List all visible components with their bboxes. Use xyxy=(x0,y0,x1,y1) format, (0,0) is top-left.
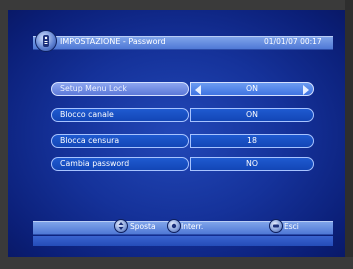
tv-frame-left xyxy=(0,0,8,269)
page-title: IMPOSTAZIONE - Password xyxy=(60,37,166,46)
footer-move-label: Sposta xyxy=(130,222,156,231)
menu-row-blocca-censura[interactable]: Blocca censura 18 xyxy=(51,134,314,148)
menu-row-value[interactable]: ON xyxy=(190,108,314,122)
tv-frame-top xyxy=(0,0,353,10)
menu-row-value[interactable]: NO xyxy=(190,157,314,171)
menu-row-value-selector[interactable]: ON xyxy=(190,82,314,96)
datetime-label: 01/01/07 00:17 xyxy=(264,37,322,46)
osd-screen: IMPOSTAZIONE - Password 01/01/07 00:17 S… xyxy=(0,0,353,269)
menu-row-value[interactable]: 18 xyxy=(190,134,314,148)
up-down-navigation-icon xyxy=(114,219,128,233)
menu-row-blocco-canale[interactable]: Blocco canale ON xyxy=(51,108,314,122)
menu-row-label: Cambia password xyxy=(51,157,189,171)
menu-row-label: Blocca censura xyxy=(51,134,189,148)
footer-interrupt-label: Interr. xyxy=(181,222,204,231)
tv-frame-bottom xyxy=(0,257,353,269)
menu-row-value: ON xyxy=(246,84,258,93)
settings-remote-icon xyxy=(35,30,57,52)
menu-row-setup-menu-lock[interactable]: Setup Menu Lock ON xyxy=(51,82,314,96)
arrow-left-icon[interactable] xyxy=(195,85,201,95)
footer-band xyxy=(33,236,333,246)
menu-row-label: Setup Menu Lock xyxy=(51,82,189,96)
menu-row-label: Blocco canale xyxy=(51,108,189,122)
ok-select-icon xyxy=(167,219,181,233)
tv-frame-right xyxy=(345,0,353,269)
menu-row-cambia-password[interactable]: Cambia password NO xyxy=(51,157,314,171)
arrow-right-icon[interactable] xyxy=(303,85,309,95)
exit-button-icon xyxy=(269,219,283,233)
footer-exit-label: Esci xyxy=(284,222,299,231)
